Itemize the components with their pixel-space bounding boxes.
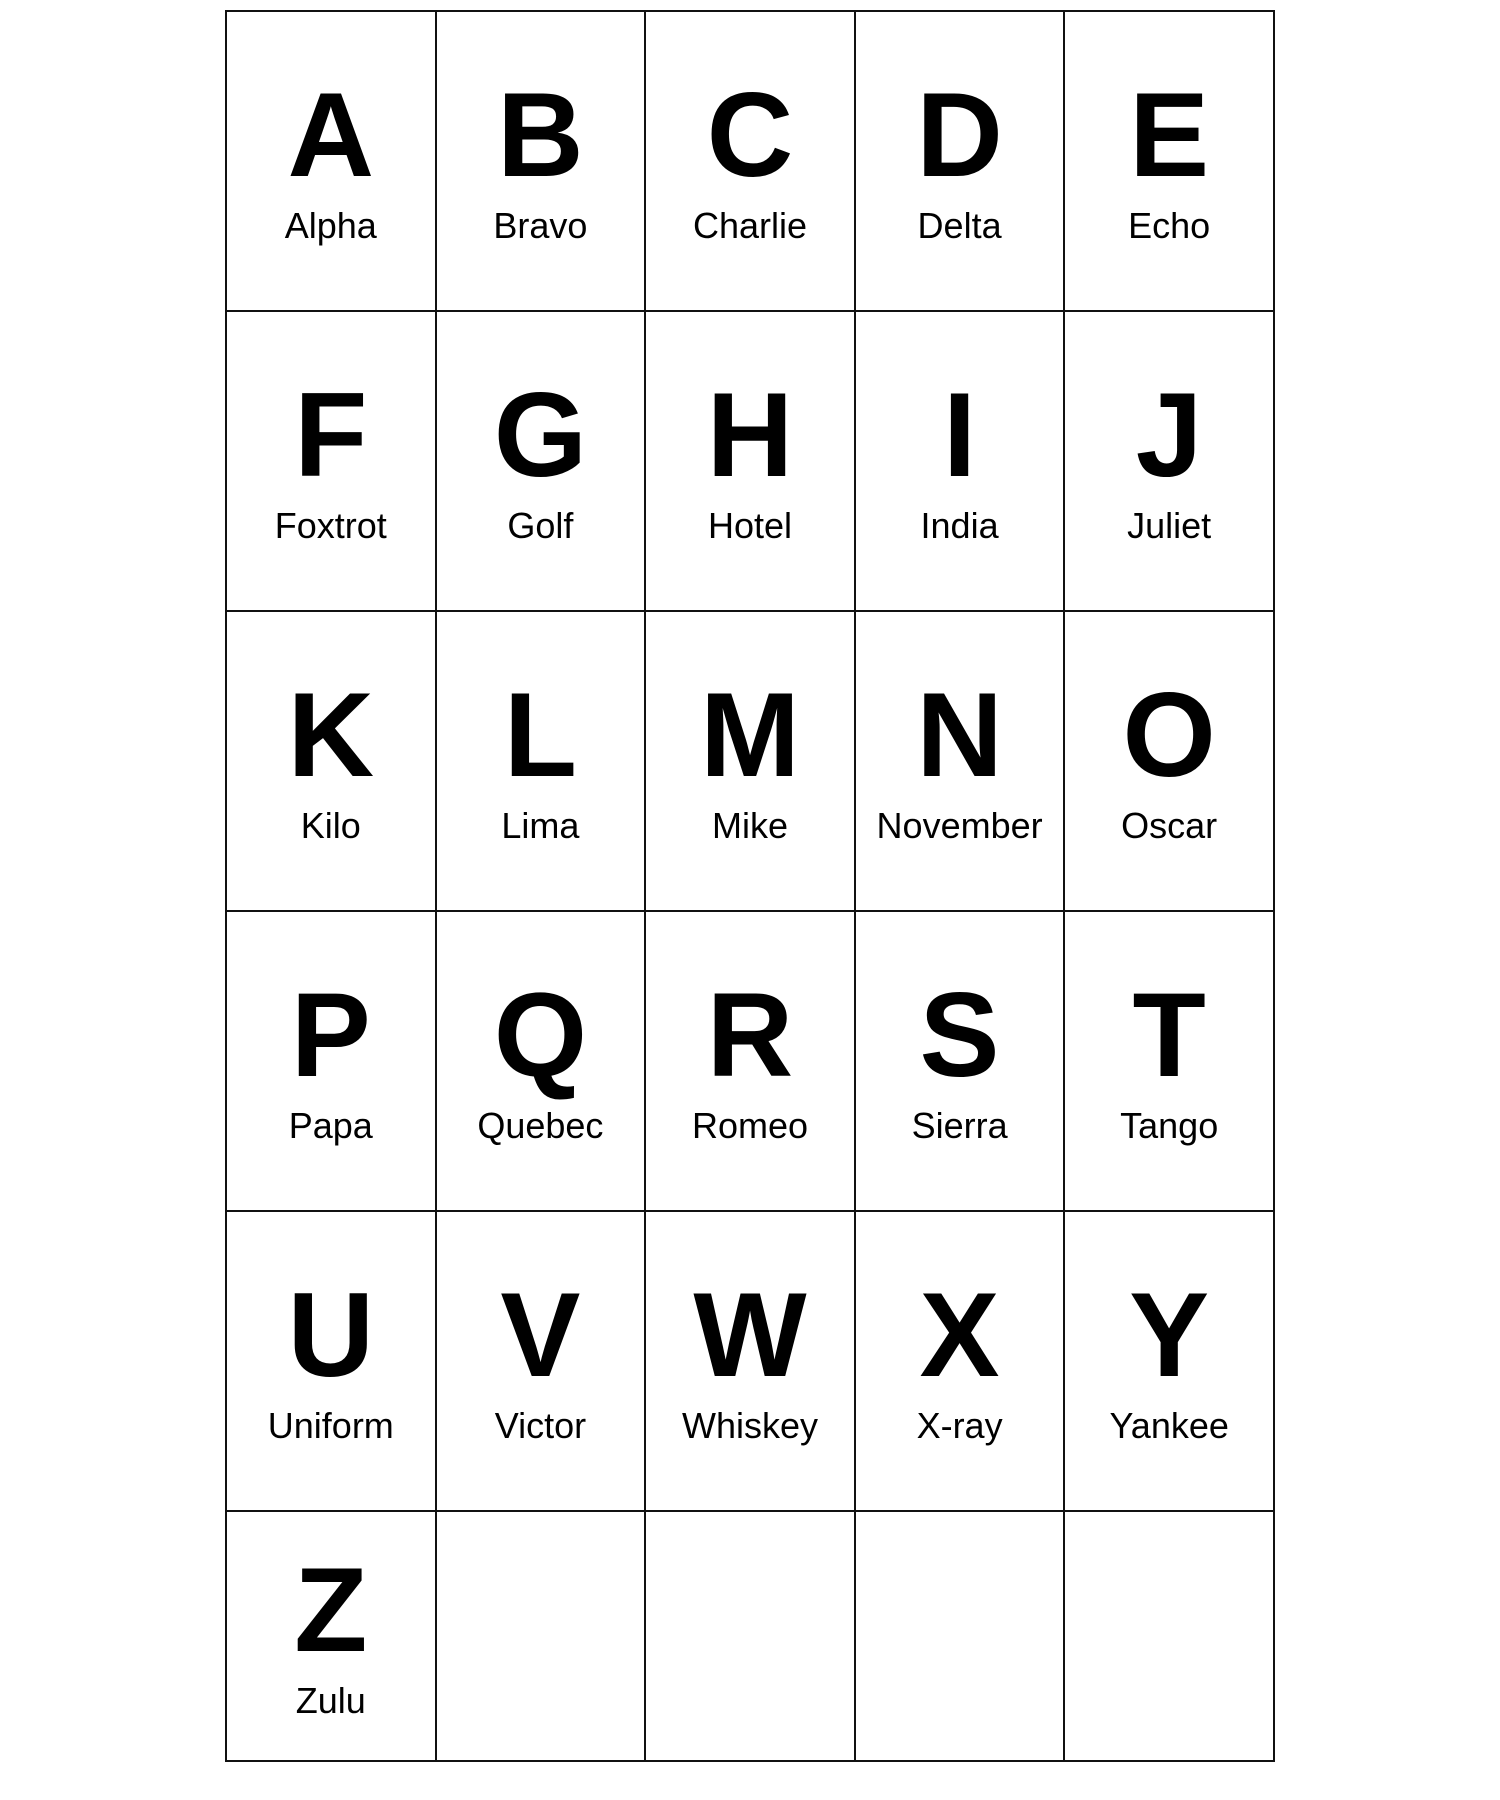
- name-lima: Lima: [501, 805, 579, 847]
- letter-f: F: [294, 375, 367, 495]
- cell-whiskey: W Whiskey: [646, 1212, 856, 1512]
- letter-n: N: [916, 675, 1003, 795]
- name-yankee: Yankee: [1109, 1405, 1228, 1447]
- name-zulu: Zulu: [296, 1680, 366, 1722]
- cell-empty-2: [646, 1512, 856, 1762]
- letter-k: K: [287, 675, 374, 795]
- grid-row-1: A Alpha B Bravo C Charlie D Delta E Echo: [227, 12, 1275, 312]
- cell-victor: V Victor: [437, 1212, 647, 1512]
- letter-b: B: [497, 75, 584, 195]
- cell-oscar: O Oscar: [1065, 612, 1275, 912]
- name-mike: Mike: [712, 805, 788, 847]
- name-echo: Echo: [1128, 205, 1210, 247]
- letter-q: Q: [494, 975, 587, 1095]
- cell-uniform: U Uniform: [227, 1212, 437, 1512]
- letter-d: D: [916, 75, 1003, 195]
- letter-u: U: [287, 1275, 374, 1395]
- cell-empty-3: [856, 1512, 1066, 1762]
- letter-t: T: [1133, 975, 1206, 1095]
- cell-empty-4: [1065, 1512, 1275, 1762]
- letter-s: S: [920, 975, 1000, 1095]
- name-quebec: Quebec: [477, 1105, 603, 1147]
- cell-xray: X X-ray: [856, 1212, 1066, 1512]
- cell-papa: P Papa: [227, 912, 437, 1212]
- cell-foxtrot: F Foxtrot: [227, 312, 437, 612]
- cell-empty-1: [437, 1512, 647, 1762]
- cell-romeo: R Romeo: [646, 912, 856, 1212]
- cell-golf: G Golf: [437, 312, 647, 612]
- grid-row-6: Z Zulu: [227, 1512, 1275, 1762]
- cell-charlie: C Charlie: [646, 12, 856, 312]
- name-whiskey: Whiskey: [682, 1405, 818, 1447]
- cell-mike: M Mike: [646, 612, 856, 912]
- cell-delta: D Delta: [856, 12, 1066, 312]
- letter-e: E: [1129, 75, 1209, 195]
- cell-bravo: B Bravo: [437, 12, 647, 312]
- cell-alpha: A Alpha: [227, 12, 437, 312]
- grid-row-3: K Kilo L Lima M Mike N November O Oscar: [227, 612, 1275, 912]
- letter-c: C: [707, 75, 794, 195]
- letter-v: V: [500, 1275, 580, 1395]
- cell-kilo: K Kilo: [227, 612, 437, 912]
- cell-zulu: Z Zulu: [227, 1512, 437, 1762]
- name-delta: Delta: [918, 205, 1002, 247]
- letter-g: G: [494, 375, 587, 495]
- alphabet-grid: A Alpha B Bravo C Charlie D Delta E Echo…: [225, 10, 1275, 1762]
- letter-o: O: [1123, 675, 1216, 795]
- letter-a: A: [287, 75, 374, 195]
- cell-yankee: Y Yankee: [1065, 1212, 1275, 1512]
- letter-y: Y: [1129, 1275, 1209, 1395]
- cell-quebec: Q Quebec: [437, 912, 647, 1212]
- name-romeo: Romeo: [692, 1105, 808, 1147]
- letter-h: H: [707, 375, 794, 495]
- letter-i: I: [943, 375, 976, 495]
- name-tango: Tango: [1120, 1105, 1218, 1147]
- cell-echo: E Echo: [1065, 12, 1275, 312]
- name-india: India: [921, 505, 999, 547]
- letter-m: M: [700, 675, 800, 795]
- name-oscar: Oscar: [1121, 805, 1217, 847]
- letter-l: L: [504, 675, 577, 795]
- grid-row-2: F Foxtrot G Golf H Hotel I India J Julie…: [227, 312, 1275, 612]
- name-charlie: Charlie: [693, 205, 807, 247]
- grid-row-4: P Papa Q Quebec R Romeo S Sierra T Tango: [227, 912, 1275, 1212]
- cell-sierra: S Sierra: [856, 912, 1066, 1212]
- letter-z: Z: [294, 1550, 367, 1670]
- cell-hotel: H Hotel: [646, 312, 856, 612]
- name-xray: X-ray: [917, 1405, 1003, 1447]
- letter-r: R: [707, 975, 794, 1095]
- name-sierra: Sierra: [912, 1105, 1008, 1147]
- cell-tango: T Tango: [1065, 912, 1275, 1212]
- name-uniform: Uniform: [268, 1405, 394, 1447]
- name-golf: Golf: [507, 505, 573, 547]
- cell-india: I India: [856, 312, 1066, 612]
- name-victor: Victor: [495, 1405, 586, 1447]
- grid-row-5: U Uniform V Victor W Whiskey X X-ray Y Y…: [227, 1212, 1275, 1512]
- letter-x: X: [920, 1275, 1000, 1395]
- name-kilo: Kilo: [301, 805, 361, 847]
- cell-juliet: J Juliet: [1065, 312, 1275, 612]
- cell-november: N November: [856, 612, 1066, 912]
- name-november: November: [877, 805, 1043, 847]
- letter-p: P: [291, 975, 371, 1095]
- cell-lima: L Lima: [437, 612, 647, 912]
- name-papa: Papa: [289, 1105, 373, 1147]
- letter-w: W: [693, 1275, 806, 1395]
- name-alpha: Alpha: [285, 205, 377, 247]
- name-foxtrot: Foxtrot: [275, 505, 387, 547]
- name-bravo: Bravo: [493, 205, 587, 247]
- name-hotel: Hotel: [708, 505, 792, 547]
- name-juliet: Juliet: [1127, 505, 1211, 547]
- letter-j: J: [1136, 375, 1203, 495]
